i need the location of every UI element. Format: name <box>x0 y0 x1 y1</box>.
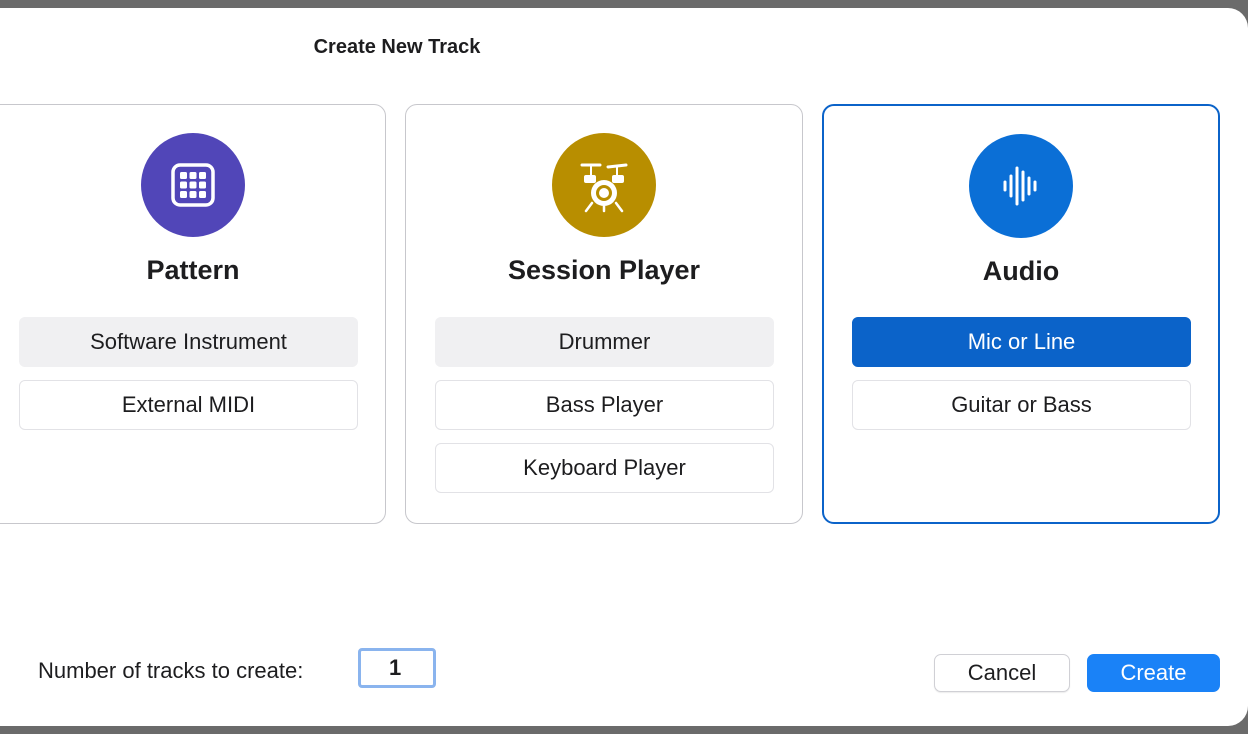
guitar-or-bass-option[interactable]: Guitar or Bass <box>852 380 1191 430</box>
cancel-button[interactable]: Cancel <box>934 654 1070 692</box>
bass-player-option[interactable]: Bass Player <box>435 380 774 430</box>
track-count-input[interactable] <box>358 648 436 688</box>
grid-pads-icon <box>141 133 245 237</box>
drummer-option[interactable]: Drummer <box>435 317 774 367</box>
pattern-card-title: Pattern <box>146 255 240 285</box>
keyboard-player-option[interactable]: Keyboard Player <box>435 443 774 493</box>
pattern-card[interactable]: Pattern Software Instrument External MID… <box>0 104 386 524</box>
drum-kit-icon <box>552 133 656 237</box>
dialog-title: Create New Track <box>313 36 481 58</box>
waveform-icon <box>969 134 1073 238</box>
session-player-card-title: Session Player <box>507 255 701 285</box>
create-new-track-dialog: Create New Track Pattern Software Instru… <box>0 8 1248 726</box>
mic-or-line-option[interactable]: Mic or Line <box>852 317 1191 367</box>
track-count-label: Number of tracks to create: <box>38 658 304 683</box>
audio-card-title: Audio <box>982 256 1060 286</box>
audio-card[interactable]: Audio Mic or Line Guitar or Bass <box>822 104 1220 524</box>
external-midi-option[interactable]: External MIDI <box>19 380 358 430</box>
session-player-card[interactable]: Session Player Drummer Bass Player Keybo… <box>405 104 803 524</box>
software-instrument-option[interactable]: Software Instrument <box>19 317 358 367</box>
create-button[interactable]: Create <box>1087 654 1220 692</box>
